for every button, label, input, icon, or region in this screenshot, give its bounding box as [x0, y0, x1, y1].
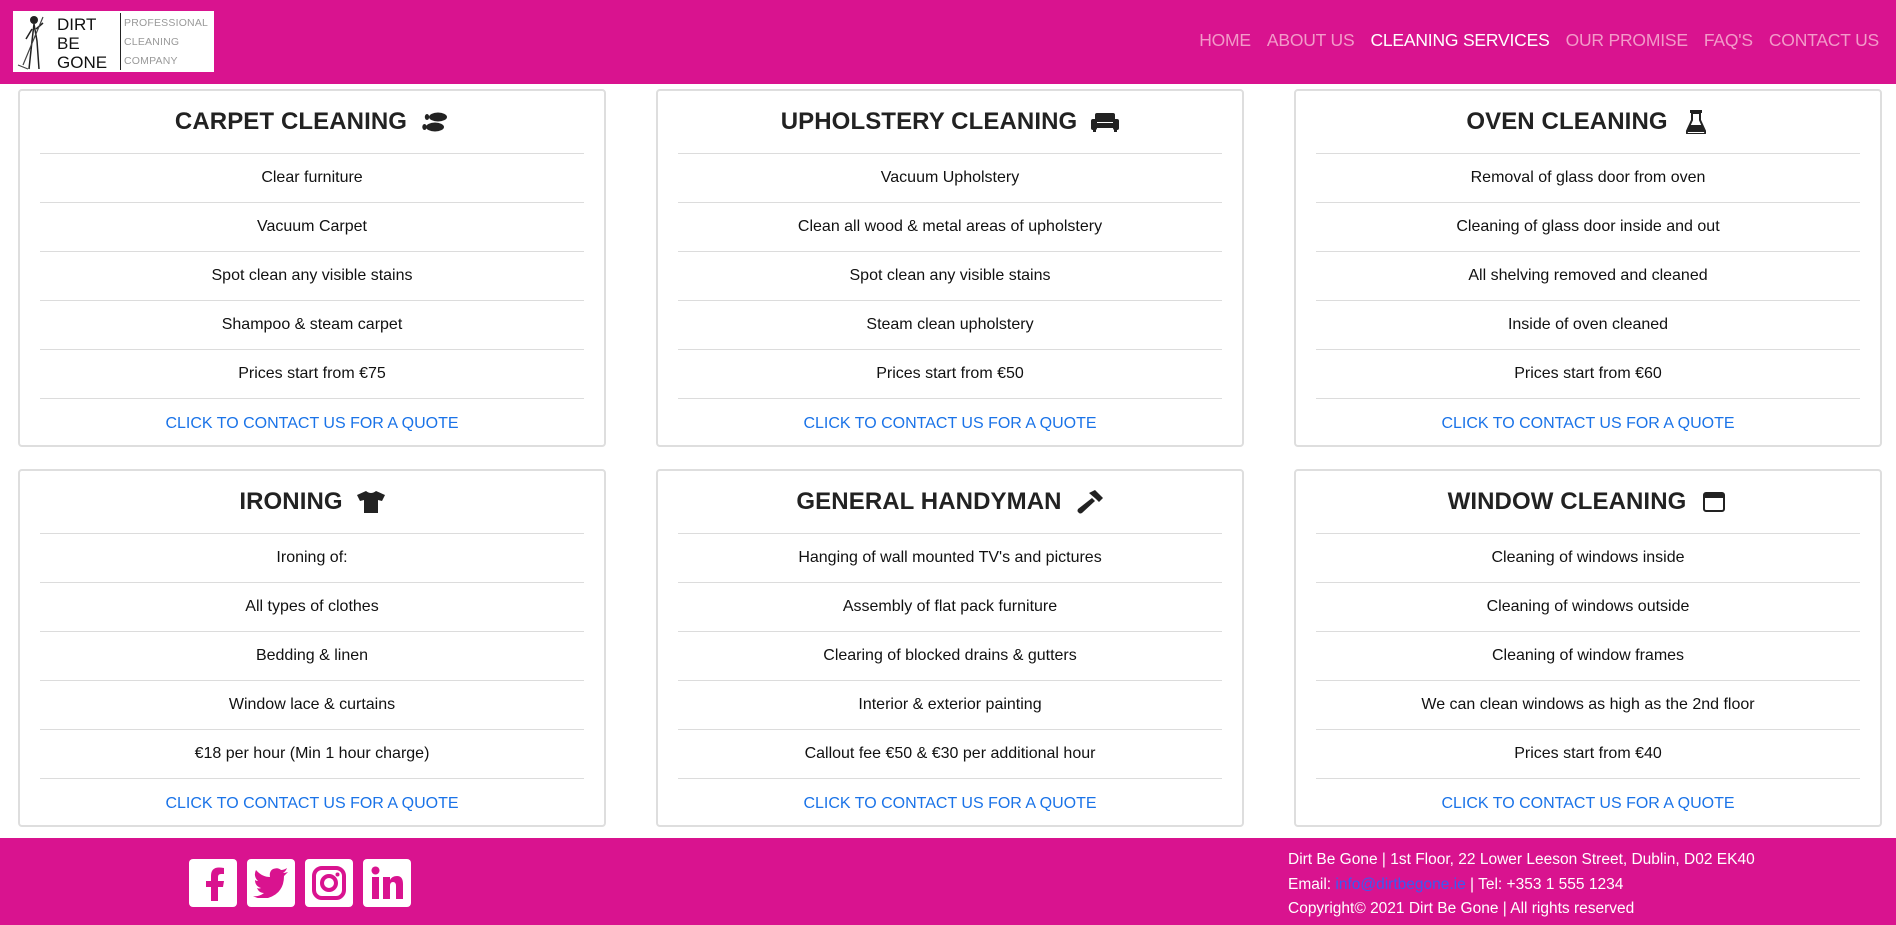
nav-contact-us[interactable]: CONTACT US — [1769, 30, 1879, 51]
quote-link-row: CLICK TO CONTACT US FOR A QUOTE — [678, 399, 1222, 448]
service-item: Clean all wood & metal areas of upholste… — [678, 203, 1222, 252]
service-item: Vacuum Carpet — [40, 203, 584, 252]
service-price: Prices start from €75 — [40, 350, 584, 399]
shoe-prints-icon — [421, 110, 449, 134]
service-item: Cleaning of windows outside — [1316, 583, 1860, 632]
footer-address: Dirt Be Gone | 1st Floor, 22 Lower Leeso… — [1288, 851, 1755, 868]
quote-link-row: CLICK TO CONTACT US FOR A QUOTE — [40, 399, 584, 448]
logo-tagline: PROFESSIONAL CLEANING COMPANY — [124, 16, 209, 67]
service-item: Steam clean upholstery — [678, 301, 1222, 350]
service-price: Callout fee €50 & €30 per additional hou… — [678, 730, 1222, 779]
service-price: Prices start from €40 — [1316, 730, 1860, 779]
service-card-upholstery-cleaning: UPHOLSTERY CLEANING Vacuum Upholstery Cl… — [656, 89, 1244, 447]
twitter-icon[interactable] — [247, 859, 295, 907]
navbar: DIRT BE GONE PROFESSIONAL CLEANING COMPA… — [0, 0, 1896, 84]
service-item: Vacuum Upholstery — [678, 154, 1222, 203]
footer: Dirt Be Gone | 1st Floor, 22 Lower Leeso… — [0, 838, 1896, 925]
quote-link-row: CLICK TO CONTACT US FOR A QUOTE — [1316, 399, 1860, 448]
quote-link-row: CLICK TO CONTACT US FOR A QUOTE — [1316, 779, 1860, 828]
card-title: UPHOLSTERY CLEANING — [678, 91, 1222, 154]
contact-quote-link[interactable]: CLICK TO CONTACT US FOR A QUOTE — [1441, 795, 1734, 813]
main-nav: HOME ABOUT US CLEANING SERVICES OUR PROM… — [1199, 30, 1879, 51]
service-item: All shelving removed and cleaned — [1316, 252, 1860, 301]
nav-faqs[interactable]: FAQ'S — [1704, 30, 1753, 51]
service-card-oven-cleaning: OVEN CLEANING Removal of glass door from… — [1294, 89, 1882, 447]
couch-icon — [1091, 110, 1120, 134]
contact-quote-link[interactable]: CLICK TO CONTACT US FOR A QUOTE — [165, 415, 458, 433]
cleaner-figure-icon — [13, 11, 55, 72]
service-item: Clearing of blocked drains & gutters — [678, 632, 1222, 681]
facebook-icon[interactable] — [189, 859, 237, 907]
card-title: IRONING — [40, 471, 584, 534]
nav-about-us[interactable]: ABOUT US — [1267, 30, 1355, 51]
logo-name: DIRT BE GONE — [55, 13, 121, 72]
service-item: Assembly of flat pack furniture — [678, 583, 1222, 632]
service-item: Cleaning of window frames — [1316, 632, 1860, 681]
contact-quote-link[interactable]: CLICK TO CONTACT US FOR A QUOTE — [165, 795, 458, 813]
service-item: Spot clean any visible stains — [40, 252, 584, 301]
services-grid: CARPET CLEANING Clear furniture Vacuum C… — [18, 89, 1882, 827]
service-item: Inside of oven cleaned — [1316, 301, 1860, 350]
card-title: WINDOW CLEANING — [1316, 471, 1860, 534]
card-title: CARPET CLEANING — [40, 91, 584, 154]
contact-quote-link[interactable]: CLICK TO CONTACT US FOR A QUOTE — [803, 795, 1096, 813]
nav-our-promise[interactable]: OUR PROMISE — [1566, 30, 1688, 51]
service-item: Cleaning of windows inside — [1316, 534, 1860, 583]
card-title: OVEN CLEANING — [1316, 91, 1860, 154]
flask-icon — [1682, 110, 1710, 134]
service-price: €18 per hour (Min 1 hour charge) — [40, 730, 584, 779]
service-item: Clear furniture — [40, 154, 584, 203]
contact-quote-link[interactable]: CLICK TO CONTACT US FOR A QUOTE — [1441, 415, 1734, 433]
window-icon — [1700, 490, 1728, 514]
service-item: We can clean windows as high as the 2nd … — [1316, 681, 1860, 730]
footer-contact-info: Dirt Be Gone | 1st Floor, 22 Lower Leeso… — [1288, 848, 1755, 922]
service-item: All types of clothes — [40, 583, 584, 632]
service-card-ironing: IRONING Ironing of: All types of clothes… — [18, 469, 606, 827]
service-card-carpet-cleaning: CARPET CLEANING Clear furniture Vacuum C… — [18, 89, 606, 447]
hammer-icon — [1076, 490, 1104, 514]
email-link[interactable]: info@dirtbegone.ie — [1335, 876, 1465, 893]
logo[interactable]: DIRT BE GONE PROFESSIONAL CLEANING COMPA… — [13, 11, 214, 72]
nav-cleaning-services[interactable]: CLEANING SERVICES — [1370, 30, 1549, 51]
service-card-general-handyman: GENERAL HANDYMAN Hanging of wall mounted… — [656, 469, 1244, 827]
service-item: Interior & exterior painting — [678, 681, 1222, 730]
service-card-window-cleaning: WINDOW CLEANING Cleaning of windows insi… — [1294, 469, 1882, 827]
service-item: Ironing of: — [40, 534, 584, 583]
service-item: Hanging of wall mounted TV's and picture… — [678, 534, 1222, 583]
footer-contact-line: Email: info@dirtbegone.ie | Tel: +353 1 … — [1288, 875, 1624, 893]
service-item: Window lace & curtains — [40, 681, 584, 730]
card-title: GENERAL HANDYMAN — [678, 471, 1222, 534]
service-item: Removal of glass door from oven — [1316, 154, 1860, 203]
nav-home[interactable]: HOME — [1199, 30, 1251, 51]
service-price: Prices start from €50 — [678, 350, 1222, 399]
quote-link-row: CLICK TO CONTACT US FOR A QUOTE — [678, 779, 1222, 828]
contact-quote-link[interactable]: CLICK TO CONTACT US FOR A QUOTE — [803, 415, 1096, 433]
quote-link-row: CLICK TO CONTACT US FOR A QUOTE — [40, 779, 584, 828]
instagram-icon[interactable] — [305, 859, 353, 907]
service-item: Shampoo & steam carpet — [40, 301, 584, 350]
service-item: Spot clean any visible stains — [678, 252, 1222, 301]
linkedin-icon[interactable] — [363, 859, 411, 907]
tshirt-icon — [356, 490, 385, 514]
social-links — [189, 859, 411, 907]
service-item: Bedding & linen — [40, 632, 584, 681]
service-price: Prices start from €60 — [1316, 350, 1860, 399]
service-item: Cleaning of glass door inside and out — [1316, 203, 1860, 252]
footer-copyright: Copyright© 2021 Dirt Be Gone | All right… — [1288, 900, 1635, 917]
